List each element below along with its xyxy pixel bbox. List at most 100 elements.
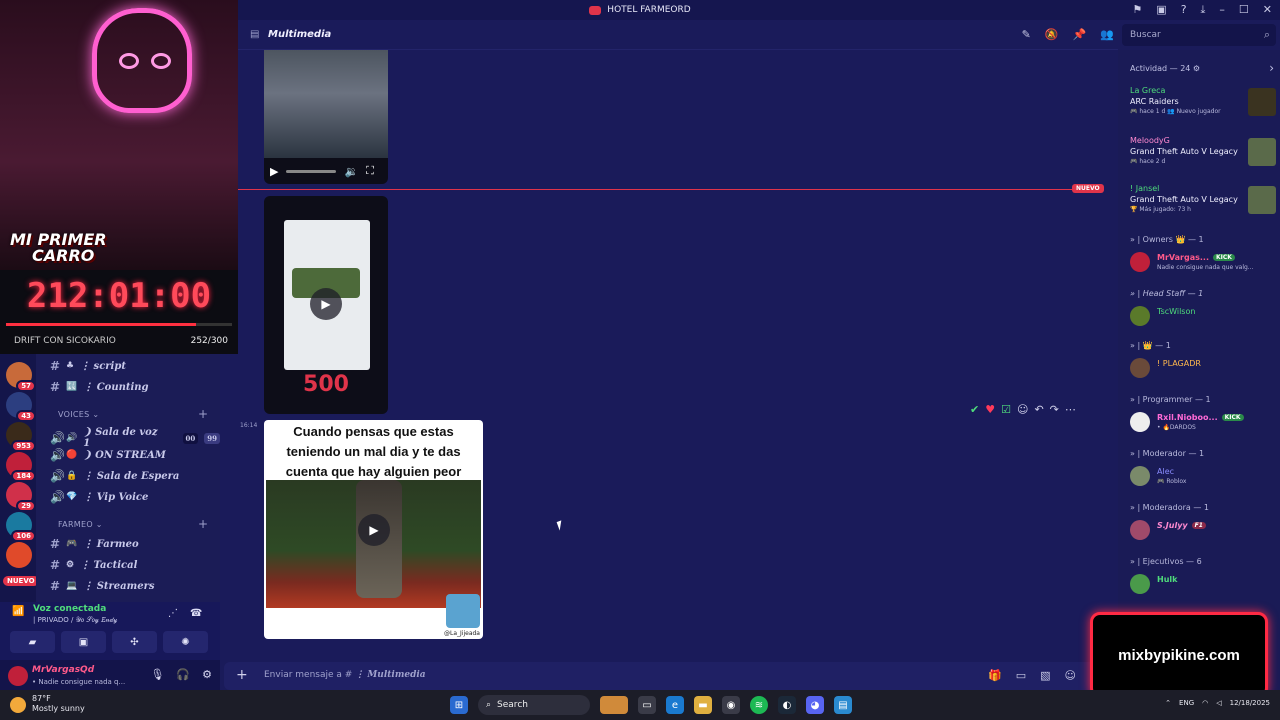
wifi-icon[interactable]: ◠	[1202, 699, 1208, 707]
screen-share-button[interactable]: ▣	[61, 631, 106, 653]
chevron-right-icon[interactable]: ›	[1269, 61, 1274, 75]
message-actions-bar: ✔ ♥ ☑ ☺ ↶ ↷ ⋯	[970, 403, 1076, 416]
category-voices[interactable]: VOICES ⌄	[58, 410, 99, 419]
category-farmeo[interactable]: FARMEO ⌄	[58, 520, 103, 529]
activity-card[interactable]: La Greca ARC Raiders 🎮 hace 1 d 👥 Nuevo …	[1130, 86, 1276, 134]
volume-icon[interactable]: 🔉	[344, 165, 358, 178]
server-icon[interactable]: 953	[6, 422, 36, 452]
clock-date[interactable]: 12/18/2025	[1230, 699, 1270, 707]
emoji-icon[interactable]: ☺	[1065, 669, 1076, 682]
checkmark-reaction-icon[interactable]: ✔	[970, 403, 979, 416]
activity-card[interactable]: ! Jansel Grand Theft Auto V Legacy 🏆 Más…	[1130, 184, 1276, 232]
member-item[interactable]: Hulk	[1130, 574, 1276, 598]
video-attachment[interactable]: ▶ 🔉 ⛶	[264, 50, 388, 184]
avatar[interactable]	[8, 666, 28, 686]
more-icon[interactable]: ⋯	[1065, 403, 1076, 416]
member-item[interactable]: ! PLAGADR	[1130, 358, 1276, 382]
voice-channel-vip[interactable]: 🔊 💎 ⋮ Vip Voice	[50, 490, 148, 504]
user-panel: MrVargasQd • Nadie consigue nada q... 🎙 …	[0, 660, 220, 692]
activity-card[interactable]: MeloodyG Grand Theft Auto V Legacy 🎮 hac…	[1130, 136, 1276, 184]
voice-channel-on-stream[interactable]: 🔊 🔴 ❩ ON STREAM	[50, 448, 166, 462]
laughing-logo-icon	[446, 594, 480, 628]
tray-chevron-icon[interactable]: ⌃	[1165, 699, 1171, 707]
soundboard-button[interactable]: ✺	[163, 631, 208, 653]
noise-suppression-icon[interactable]: ⋰	[168, 608, 178, 619]
server-icon[interactable]: 184	[6, 452, 36, 482]
members-icon[interactable]: 👥	[1100, 28, 1114, 41]
channel-streamers[interactable]: # 💻 ⋮ Streamers	[50, 579, 155, 593]
windows-start-icon[interactable]: ⊞	[450, 696, 468, 714]
heart-reaction-icon[interactable]: ♥	[985, 403, 995, 416]
add-channel-icon[interactable]: +	[198, 407, 208, 421]
voice-channel-sala-espera[interactable]: 🔊 🔒 ⋮ Sala de Espera	[50, 469, 179, 483]
channel-script[interactable]: # ♣ ⋮ script	[50, 359, 126, 373]
flag-icon[interactable]: ⚑	[1132, 3, 1142, 17]
folder-icon[interactable]: ▬	[694, 696, 712, 714]
role-group-ejecutivos: » | Ejecutivos — 6	[1130, 557, 1202, 566]
attach-icon[interactable]: +	[236, 667, 248, 683]
maximize-icon[interactable]: ☐	[1239, 3, 1249, 17]
voice-channel-sala-1[interactable]: 🔊 🔊 ❩ Sala de voz 1 00 99	[50, 427, 220, 449]
new-servers-badge[interactable]: NUEVO	[3, 576, 39, 586]
activities-button[interactable]: ✣	[112, 631, 157, 653]
server-icon[interactable]: 29	[6, 482, 36, 512]
member-item[interactable]: TscWilson	[1130, 306, 1276, 330]
microphone-icon[interactable]: 🎙	[150, 668, 164, 681]
timer-count: 252/300	[190, 336, 228, 346]
message-composer[interactable]: + Enviar mensaje a # ⋮ Multimedia 🎁 ▭ ▧ …	[224, 662, 1114, 690]
forward-icon[interactable]: ↷	[1050, 403, 1059, 416]
video-attachment[interactable]: ▶ 500	[264, 196, 388, 414]
spotify-icon[interactable]: ≋	[750, 696, 768, 714]
gif-icon[interactable]: ▭	[1016, 669, 1026, 682]
channel-farmeo[interactable]: # 🎮 ⋮ Farmeo	[50, 537, 139, 551]
disconnect-icon[interactable]: ☎	[190, 608, 202, 619]
server-icon[interactable]	[6, 542, 32, 568]
edge-icon[interactable]: e	[666, 696, 684, 714]
add-reaction-icon[interactable]: ☺	[1017, 403, 1028, 416]
add-channel-icon[interactable]: +	[198, 517, 208, 531]
language-indicator[interactable]: ENG	[1179, 699, 1194, 707]
reply-icon[interactable]: ↶	[1034, 403, 1043, 416]
member-item[interactable]: Alec 🎮 Roblox	[1130, 466, 1276, 490]
help-icon[interactable]: ?	[1181, 3, 1187, 17]
channel-counting[interactable]: # 🔣 ⋮ Counting	[50, 380, 149, 394]
task-view-icon[interactable]: ▭	[638, 696, 656, 714]
seek-bar[interactable]	[286, 169, 337, 173]
member-item[interactable]: MrVargas... KICK Nadie consigue nada que …	[1130, 252, 1276, 276]
mute-icon[interactable]: 🔕	[1045, 28, 1059, 41]
headphones-icon[interactable]: 🎧	[176, 668, 190, 681]
play-icon[interactable]: ▶	[270, 165, 278, 178]
member-item[interactable]: S.Julyy F1	[1130, 520, 1276, 544]
taskbar-search[interactable]: ⌕ Search	[478, 695, 590, 715]
server-icon[interactable]: 57	[6, 362, 36, 392]
weather-widget[interactable]: 87°F Mostly sunny	[32, 694, 85, 714]
settings-icon[interactable]: ⚙	[202, 668, 212, 681]
member-item[interactable]: Rxil.Nioboo... KICK • 🔥DARDOS	[1130, 412, 1276, 436]
check-box-reaction-icon[interactable]: ☑	[1001, 403, 1011, 416]
threads-button-icon[interactable]: ✎	[1022, 28, 1031, 41]
camera-off-button[interactable]: ▰	[10, 631, 55, 653]
server-icon[interactable]: 106	[6, 512, 36, 542]
game-app-icon[interactable]	[600, 696, 628, 714]
sticker-icon[interactable]: ▧	[1040, 669, 1050, 682]
close-icon[interactable]: ✕	[1263, 3, 1272, 17]
gift-icon[interactable]: 🎁	[988, 669, 1002, 682]
fullscreen-icon[interactable]: ⛶	[366, 164, 374, 178]
server-icon[interactable]: 43	[6, 392, 36, 422]
pin-icon[interactable]: 📌	[1073, 28, 1087, 41]
timer-progress-fill	[6, 323, 196, 326]
obs-icon[interactable]: ◉	[722, 696, 740, 714]
play-icon[interactable]: ▶	[310, 288, 342, 320]
meme-video-attachment[interactable]: Cuando pensas que estas teniendo un mal …	[264, 420, 483, 639]
volume-icon[interactable]: ◁	[1216, 699, 1221, 707]
discord-icon[interactable]: ◕	[806, 696, 824, 714]
search-input[interactable]: Buscar ⌕	[1122, 24, 1276, 46]
inbox-icon[interactable]: ▣	[1156, 3, 1166, 17]
message-input[interactable]: Enviar mensaje a # ⋮ Multimedia	[264, 670, 426, 680]
notepad-icon[interactable]: ▤	[834, 696, 852, 714]
play-icon[interactable]: ▶	[358, 514, 390, 546]
steam-icon[interactable]: ◐	[778, 696, 796, 714]
download-icon[interactable]: ⤓	[1201, 3, 1206, 17]
minimize-icon[interactable]: –	[1219, 3, 1225, 17]
channel-tactical[interactable]: # ⚙ ⋮ Tactical	[50, 558, 137, 572]
